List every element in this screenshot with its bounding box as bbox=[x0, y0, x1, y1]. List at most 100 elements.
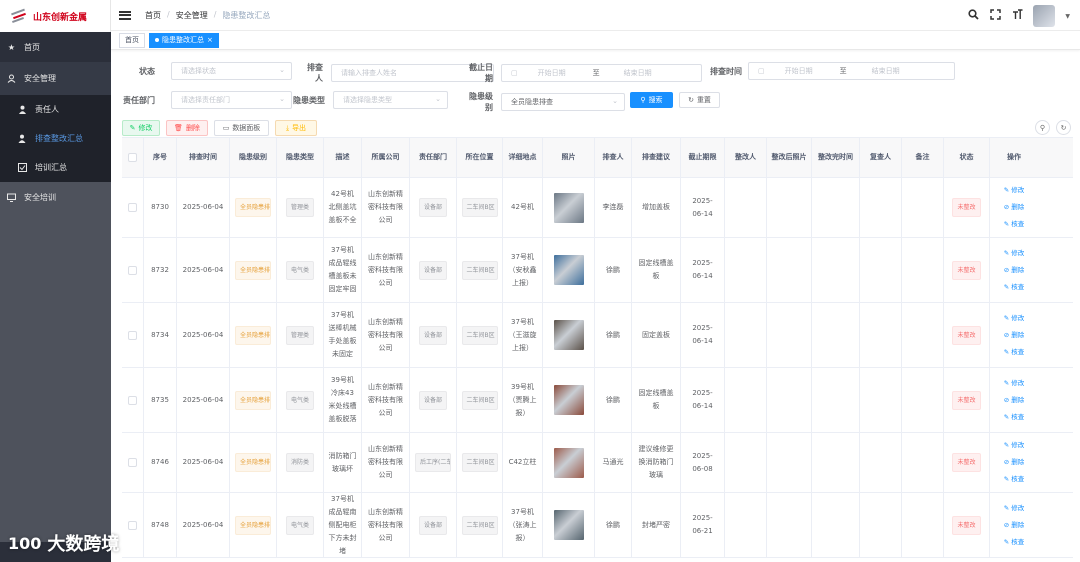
table-row[interactable]: 87352025-06-04全员隐患排查电气类 39号机冷床43米处线槽盖板脱落山… bbox=[122, 368, 1073, 433]
edit-link[interactable]: ✎ 修改 bbox=[1004, 247, 1025, 260]
trash-icon: 🗑 bbox=[174, 124, 183, 132]
review-link[interactable]: ✎ 核查 bbox=[1004, 346, 1025, 359]
dashboard-button[interactable]: ▭ 数据面板 bbox=[214, 120, 269, 136]
type-cell: 管理类 bbox=[277, 303, 324, 367]
ops-cell: ✎ 修改 ⊘ 删除 ✎ 核查 bbox=[990, 493, 1038, 557]
table-row[interactable]: 87462025-06-04 全员隐患排查消防类消防箱门玻璃坏山东创新精密科技有限… bbox=[122, 433, 1073, 493]
review-link[interactable]: ✎ 核查 bbox=[1004, 536, 1025, 549]
refresh-icon[interactable]: ↻ bbox=[1056, 120, 1071, 135]
delete-button[interactable]: 🗑 删除 bbox=[166, 120, 208, 136]
breadcrumb-safety[interactable]: 安全管理 bbox=[176, 10, 208, 21]
reviewer-cell bbox=[860, 303, 902, 367]
sidebar-item-safety-management[interactable]: 安全管理 bbox=[0, 62, 111, 95]
deadline-label: 截止日期 bbox=[469, 63, 493, 83]
delete-link[interactable]: ⊘ 删除 bbox=[1004, 264, 1025, 277]
status-select[interactable]: 请选择状态 ⌄ bbox=[171, 62, 292, 80]
edit-link[interactable]: ✎ 修改 bbox=[1004, 439, 1025, 452]
delete-link[interactable]: ⊘ 删除 bbox=[1004, 519, 1025, 532]
edit-button[interactable]: ✎ 修改 bbox=[122, 120, 160, 136]
table-row[interactable]: 87302025-06-04 全员隐患排查管理类 42号机北侧盖坑盖板不全山东创新精… bbox=[122, 178, 1073, 238]
row-checkbox[interactable] bbox=[128, 330, 137, 340]
avatar[interactable] bbox=[1033, 5, 1056, 27]
menu-toggle-icon[interactable] bbox=[119, 10, 131, 20]
review-link[interactable]: ✎ 核查 bbox=[1004, 281, 1025, 294]
edit-icon: ✎ bbox=[129, 124, 136, 132]
checkbox-cell bbox=[122, 303, 144, 367]
checkbox-icon bbox=[18, 163, 27, 172]
edit-link[interactable]: ✎ 修改 bbox=[1004, 184, 1025, 197]
review-link[interactable]: ✎ 核查 bbox=[1004, 411, 1025, 424]
edit-link[interactable]: ✎ 修改 bbox=[1004, 502, 1025, 515]
hazard-level-select[interactable]: 全员隐患排查 ⌄ bbox=[501, 93, 625, 111]
photo-thumbnail[interactable] bbox=[553, 510, 584, 540]
top-header: 首页 / 安全管理 / 隐患整改汇总 ▼ bbox=[111, 0, 1080, 31]
column-header: 排查人 bbox=[595, 138, 632, 177]
search-button-label: 搜索 bbox=[648, 96, 663, 104]
deadline-cell: 2025-06-08 bbox=[681, 433, 725, 492]
delete-link-label: 删除 bbox=[1011, 458, 1025, 466]
dept-badge: 后工序(二车 bbox=[415, 453, 451, 472]
table-row[interactable]: 87322025-06-04全员隐患排查电气类 37号机成品辊线槽盖板未固定牢固山… bbox=[122, 238, 1073, 303]
reset-button[interactable]: ↻ 重置 bbox=[679, 92, 720, 108]
toolbar: ✎ 修改 🗑 删除 ▭ 数据面板 ⤓ 导出 bbox=[122, 120, 317, 136]
app-title: 山东创新金属 bbox=[33, 12, 88, 23]
photo-thumbnail[interactable] bbox=[553, 255, 584, 285]
row-checkbox[interactable] bbox=[128, 520, 137, 530]
inspector-cell: 马通光 bbox=[595, 433, 632, 492]
font-size-icon[interactable] bbox=[1011, 9, 1023, 23]
deadline-range-picker[interactable]: ▢ 开始日期 至 结束日期 bbox=[501, 64, 702, 82]
check-time-range-picker[interactable]: ▢ 开始日期 至 结束日期 bbox=[748, 62, 955, 80]
company-cell: 山东创新精密科技有限公司 bbox=[362, 368, 410, 432]
dept-badge: 设备部 bbox=[418, 390, 447, 410]
row-checkbox[interactable] bbox=[128, 203, 137, 212]
sidebar-item-safety-training[interactable]: 安全培训 bbox=[0, 182, 111, 212]
location-badge: 二车间B区 bbox=[461, 390, 498, 410]
breadcrumb-home[interactable]: 首页 bbox=[145, 10, 161, 21]
status-cell: 未整改 bbox=[944, 493, 990, 557]
fullscreen-icon[interactable] bbox=[989, 9, 1001, 23]
status-badge: 未整改 bbox=[952, 325, 981, 345]
row-checkbox[interactable] bbox=[128, 395, 137, 405]
tag-home[interactable]: 首页 bbox=[119, 32, 145, 48]
sidebar-item-hazard-summary[interactable]: 排查整改汇总 bbox=[0, 124, 111, 153]
tags-view: 首页 隐患整改汇总 × bbox=[111, 31, 1080, 50]
sidebar-item-training-summary[interactable]: 培训汇总 bbox=[0, 153, 111, 182]
review-link[interactable]: ✎ 核查 bbox=[1004, 218, 1025, 231]
select-all-checkbox[interactable] bbox=[128, 153, 137, 162]
column-header: 整改完时间 bbox=[812, 138, 860, 177]
edit-link[interactable]: ✎ 修改 bbox=[1004, 312, 1025, 325]
sidebar-item-home[interactable]: ★ 首页 bbox=[0, 32, 111, 62]
review-link[interactable]: ✎ 核查 bbox=[1004, 473, 1025, 486]
close-icon[interactable]: × bbox=[207, 36, 213, 44]
delete-link[interactable]: ⊘ 删除 bbox=[1004, 394, 1025, 407]
app-logo[interactable]: 山东创新金属 bbox=[0, 0, 111, 32]
photo-thumbnail[interactable] bbox=[553, 447, 584, 478]
photo-thumbnail[interactable] bbox=[553, 192, 584, 223]
chevron-down-icon: ⌄ bbox=[279, 95, 285, 103]
photo-thumbnail[interactable] bbox=[553, 320, 584, 350]
row-checkbox[interactable] bbox=[128, 265, 137, 275]
date-cell: 2025-06-04 bbox=[177, 238, 230, 302]
id-cell: 8732 bbox=[144, 238, 177, 302]
export-button[interactable]: ⤓ 导出 bbox=[275, 120, 317, 136]
table-row[interactable]: 87342025-06-04全员隐患排查管理类 37号机送棒机械手处盖板未固定山东… bbox=[122, 303, 1073, 368]
search-button[interactable]: ⚲ 搜索 bbox=[630, 92, 673, 108]
row-checkbox[interactable] bbox=[128, 458, 137, 467]
dept-select[interactable]: 请选择责任部门 ⌄ bbox=[171, 91, 292, 109]
sidebar-item-responsible[interactable]: 责任人 bbox=[0, 95, 111, 124]
edit-link[interactable]: ✎ 修改 bbox=[1004, 377, 1025, 390]
hazard-type-select[interactable]: 请选择隐患类型 ⌄ bbox=[333, 91, 448, 109]
search-icon[interactable]: ⚲ bbox=[1035, 120, 1050, 135]
delete-link[interactable]: ⊘ 删除 bbox=[1004, 456, 1025, 469]
hazard-level-label: 隐患级别 bbox=[469, 92, 493, 112]
location-cell: 二车间B区 bbox=[457, 238, 503, 302]
search-icon[interactable] bbox=[967, 9, 979, 23]
photo-thumbnail[interactable] bbox=[553, 385, 584, 415]
calendar-icon: ▢ bbox=[758, 67, 765, 75]
chevron-down-icon[interactable]: ▼ bbox=[1065, 13, 1070, 20]
table-row[interactable]: 87482025-06-04全员隐患排查电气类 37号机成品辊南侧配电柜下方未封堵… bbox=[122, 493, 1073, 558]
header-tools: ▼ bbox=[967, 5, 1070, 27]
delete-link[interactable]: ⊘ 删除 bbox=[1004, 201, 1025, 214]
delete-link[interactable]: ⊘ 删除 bbox=[1004, 329, 1025, 342]
tag-hazard-summary[interactable]: 隐患整改汇总 × bbox=[149, 32, 219, 48]
